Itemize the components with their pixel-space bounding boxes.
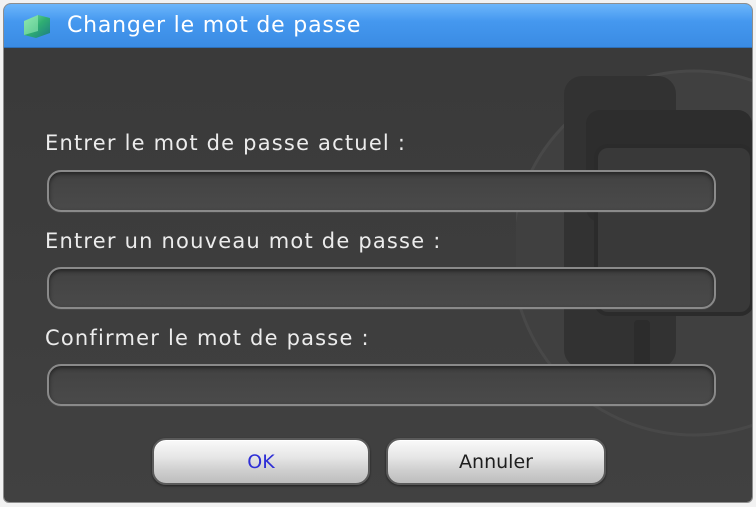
ok-button[interactable]: OK [152,438,370,485]
new-password-input[interactable] [47,267,716,309]
dialog-title: Changer le mot de passe [67,13,362,38]
current-password-label: Entrer le mot de passe actuel : [45,131,407,155]
cancel-button[interactable]: Annuler [386,438,606,485]
confirm-password-label: Confirmer le mot de passe : [45,326,370,350]
confirm-password-input[interactable] [47,364,716,406]
title-bar[interactable]: Changer le mot de passe [4,4,752,48]
new-password-label: Entrer un nouveau mot de passe : [45,229,442,253]
change-password-dialog: Changer le mot de passe Entrer le mot de… [4,4,752,502]
app-leaf-icon [24,15,50,38]
current-password-input[interactable] [47,170,716,212]
